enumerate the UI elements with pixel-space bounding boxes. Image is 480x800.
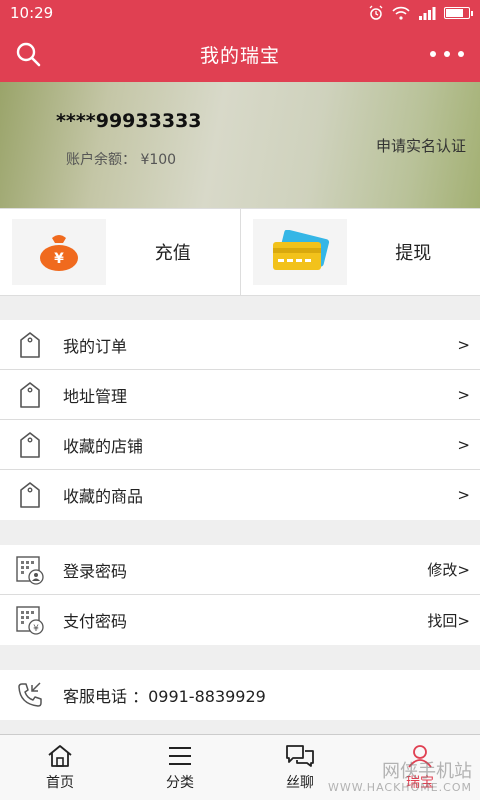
- menu-item-label: 登录密码: [63, 561, 128, 581]
- app-header: 我的瑞宝: [0, 26, 480, 82]
- menu-item-label: 收藏的店铺: [63, 436, 144, 456]
- status-time: 10:29: [10, 4, 54, 22]
- customer-service-group: 客服电话 ：0991-8839929: [0, 670, 480, 720]
- alarm-icon: [369, 5, 383, 20]
- user-lock-icon: [15, 555, 45, 585]
- money-bag-icon: ¥: [40, 235, 78, 271]
- page-title: 我的瑞宝: [199, 44, 280, 67]
- tab-label: 分类: [166, 774, 194, 791]
- menu-item-label: 收藏的商品: [63, 487, 144, 506]
- menu-item-favorite-products[interactable]: 收藏的商品 >: [0, 470, 480, 520]
- menu-icon: [169, 746, 191, 765]
- withdraw-button[interactable]: 提现: [239, 209, 480, 295]
- cards-icon: [272, 230, 329, 270]
- chat-icon: [286, 744, 314, 767]
- battery-icon: [444, 7, 473, 19]
- signal-icon: [419, 7, 436, 20]
- more-icon: [430, 51, 436, 57]
- account-number: ****99933333: [56, 110, 202, 132]
- payment-lock-icon: ¥: [15, 605, 45, 635]
- chevron-right-icon: >: [457, 435, 470, 454]
- search-icon: [16, 42, 41, 67]
- menu-item-address-management[interactable]: 地址管理 >: [0, 370, 480, 420]
- menu-item-payment-password[interactable]: ¥ 支付密码 找回>: [0, 595, 480, 645]
- tab-home[interactable]: 首页: [0, 735, 120, 800]
- tag-icon: [15, 430, 45, 460]
- menu-item-label: 我的订单: [63, 336, 128, 356]
- chevron-right-icon: >: [457, 486, 470, 504]
- search-button[interactable]: [14, 40, 42, 68]
- verify-identity-link[interactable]: 申请实名认证: [376, 135, 466, 156]
- menu-item-favorite-shops[interactable]: 收藏的店铺 >: [0, 420, 480, 470]
- account-banner: ****99933333 账户余额： ¥100 申请实名认证: [0, 82, 480, 208]
- service-phone-label: 客服电话 ：0991-8839929: [63, 687, 266, 706]
- svg-text:¥: ¥: [54, 251, 64, 267]
- tab-label: 首页: [46, 774, 74, 791]
- menu-group-passwords: 登录密码 修改> ¥ 支付密码 找回>: [0, 545, 480, 645]
- more-options-button[interactable]: [430, 40, 464, 68]
- site-watermark: 网侠手机站 WWW.HACKHOME.COM: [328, 762, 472, 794]
- tab-label: 丝聊: [286, 774, 314, 791]
- tag-icon: [15, 330, 45, 360]
- svg-text:¥: ¥: [33, 624, 39, 634]
- tab-categories[interactable]: 分类: [120, 735, 240, 800]
- recharge-button[interactable]: ¥ 充值: [0, 209, 240, 295]
- menu-item-my-orders[interactable]: 我的订单 >: [0, 320, 480, 370]
- customer-service-phone[interactable]: 客服电话 ：0991-8839929: [0, 670, 480, 720]
- chevron-right-icon: >: [457, 335, 470, 354]
- chevron-right-icon: >: [457, 385, 470, 404]
- watermark-url: WWW.HACKHOME.COM: [327, 780, 472, 794]
- menu-item-label: 支付密码: [63, 612, 128, 631]
- home-icon: [48, 744, 72, 767]
- recover-link: 找回>: [427, 611, 470, 630]
- wifi-icon: [392, 6, 410, 20]
- withdraw-label: 提现: [395, 243, 432, 264]
- quick-actions: ¥ 充值 提现: [0, 208, 480, 296]
- menu-item-login-password[interactable]: 登录密码 修改>: [0, 545, 480, 595]
- menu-item-label: 地址管理: [63, 386, 128, 406]
- watermark-text: 网侠手机站: [382, 761, 472, 783]
- status-bar: 10:29: [0, 0, 480, 26]
- menu-group-orders: 我的订单 > 地址管理 > 收藏的店铺 > 收藏的商品 >: [0, 320, 480, 520]
- tag-icon: [15, 480, 45, 510]
- tag-icon: [15, 380, 45, 410]
- recharge-label: 充值: [154, 243, 191, 264]
- phone-icon: [15, 680, 45, 710]
- modify-link: 修改>: [427, 561, 470, 579]
- account-balance: 账户余额： ¥100: [66, 152, 177, 168]
